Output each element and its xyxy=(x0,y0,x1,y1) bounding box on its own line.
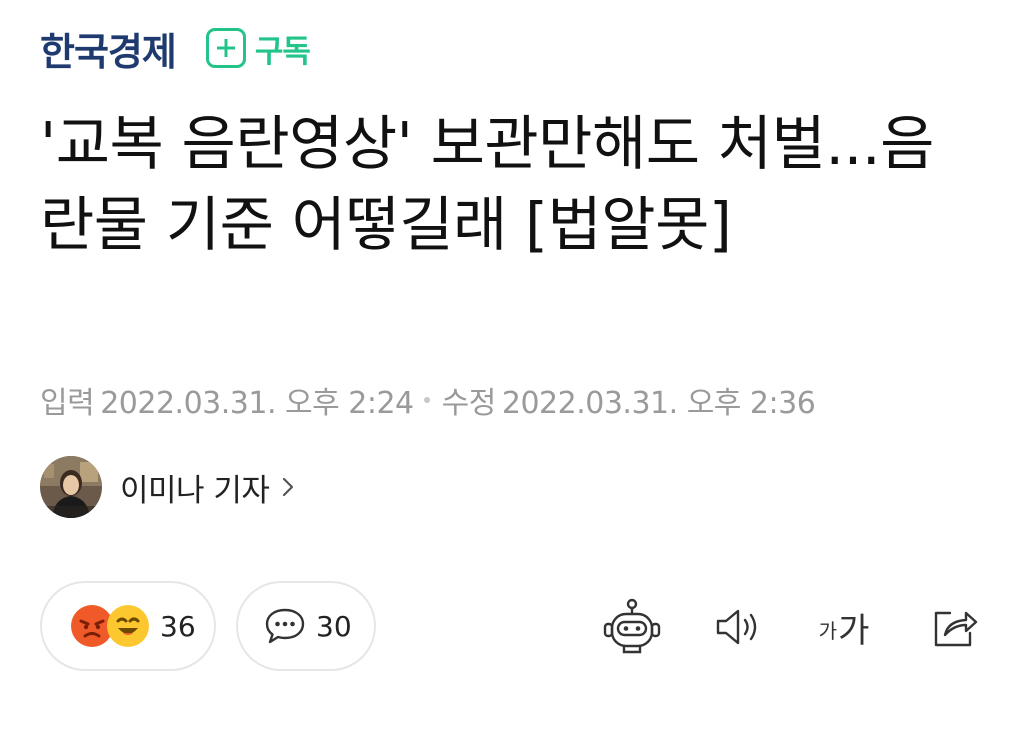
font-size-small-glyph: 가 xyxy=(818,619,838,643)
plus-icon xyxy=(205,28,246,68)
comments-button[interactable]: 30 xyxy=(236,581,376,671)
chevron-right-icon xyxy=(281,476,295,498)
speech-bubble-icon xyxy=(265,608,305,644)
reporter-name: 이미나 기자 xyxy=(120,472,270,509)
comment-count: 30 xyxy=(316,609,352,643)
modified-label: 수정 xyxy=(441,386,497,421)
smile-face-icon xyxy=(107,605,149,647)
article-dates: 입력 2022.03.31. 오후 2:24 수정 2022.03.31. 오후… xyxy=(40,378,816,422)
reporter-avatar xyxy=(40,456,102,518)
font-size-button[interactable]: 가 가 xyxy=(812,596,876,658)
reaction-count: 36 xyxy=(160,609,196,643)
article-headline: '교복 음란영상' 보관만해도 처벌...음란물 기준 어떻길래 [법알못] xyxy=(40,109,934,259)
publisher-logo[interactable]: 한국경제 xyxy=(40,21,177,76)
date-separator xyxy=(423,397,430,403)
share-button[interactable] xyxy=(926,596,984,658)
reactions-button[interactable]: 36 xyxy=(40,581,216,671)
robot-icon xyxy=(603,598,661,654)
summary-button[interactable] xyxy=(600,596,664,658)
modified-time: 2022.03.31. 오후 2:36 xyxy=(501,386,816,421)
font-size-large-glyph: 가 xyxy=(838,610,870,651)
header: 한국경제 구독 xyxy=(40,18,311,78)
published-time: 2022.03.31. 오후 2:24 xyxy=(100,386,414,421)
reporter-link[interactable]: 이미나 기자 xyxy=(40,456,295,518)
published-label: 입력 xyxy=(40,386,95,421)
speaker-icon xyxy=(716,609,757,645)
share-icon xyxy=(934,611,978,647)
subscribe-label: 구독 xyxy=(254,33,311,70)
subscribe-button[interactable]: 구독 xyxy=(205,26,311,71)
text-to-speech-button[interactable] xyxy=(712,596,766,658)
reaction-emojis xyxy=(70,604,150,648)
